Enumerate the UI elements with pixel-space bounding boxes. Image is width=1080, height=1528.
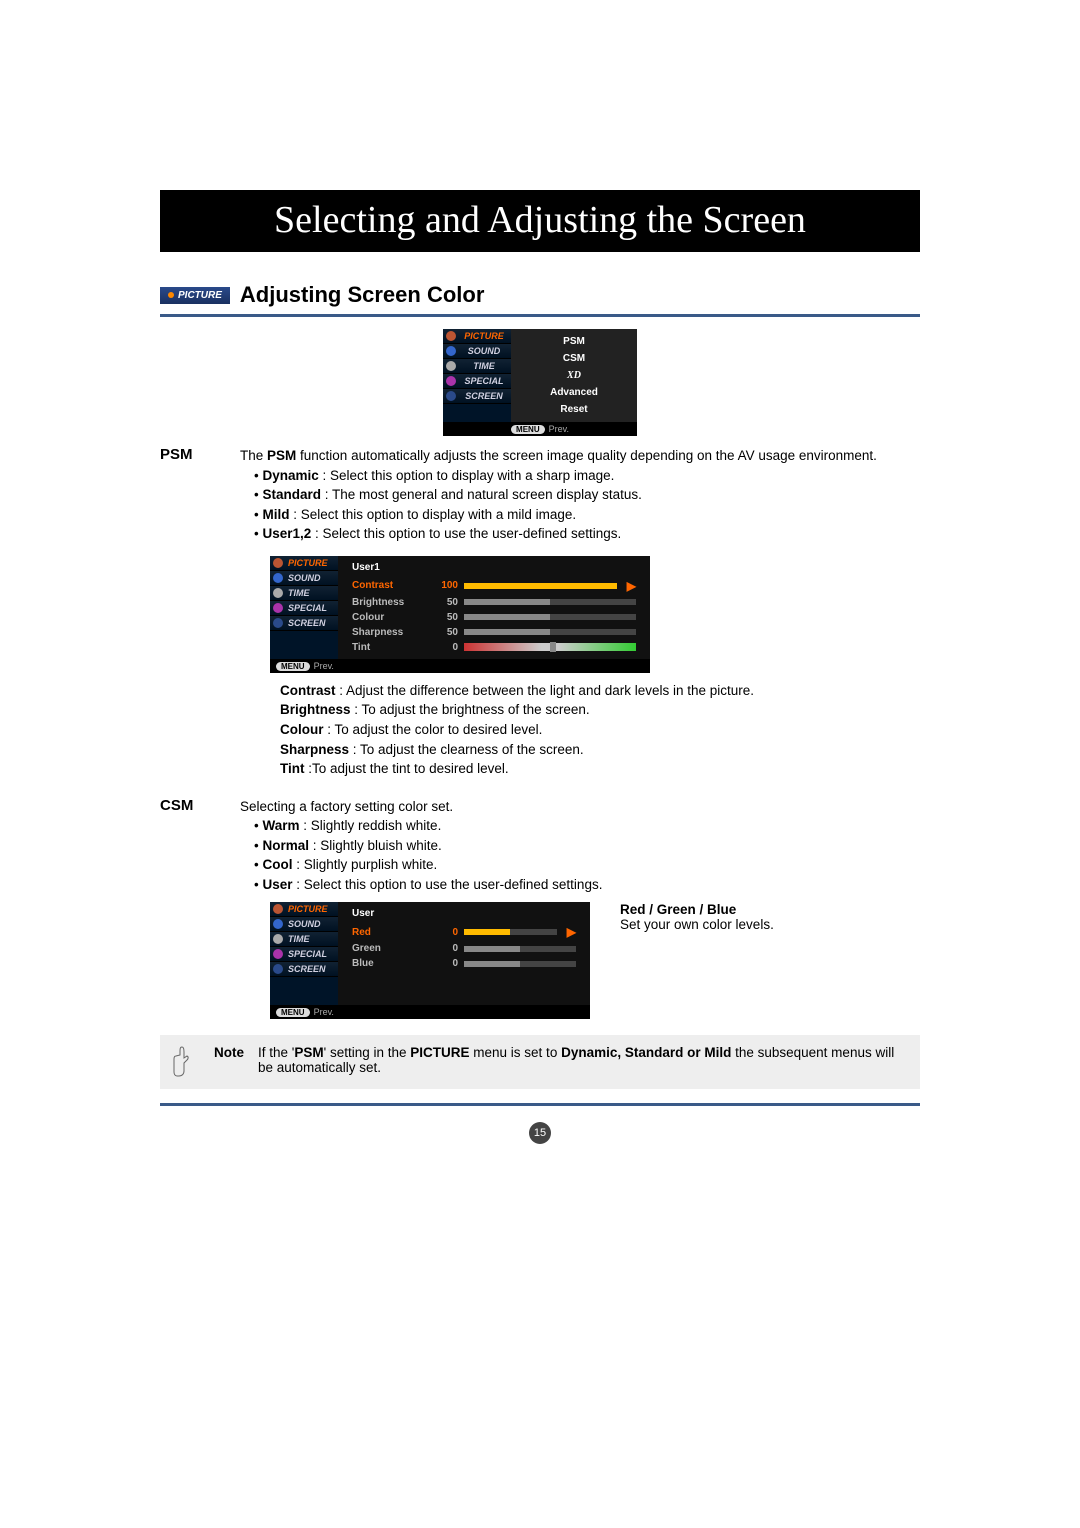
csm-heading: CSM [160,797,240,895]
def-line: Contrast : Adjust the difference between… [280,681,920,701]
def-line: Tint :To adjust the tint to desired leve… [280,759,920,779]
page-number: 15 [529,1122,551,1144]
osd-screenshot-1: PICTURE SOUND TIME SPECIAL SCREEN PSM CS… [443,329,637,436]
psm-heading: PSM [160,446,240,544]
note-text: If the 'PSM' setting in the PICTURE menu… [258,1045,908,1075]
psm-opt: Dynamic : Select this option to display … [254,466,920,486]
def-line: Sharpness : To adjust the clearness of t… [280,740,920,760]
osd-item: Reset [519,401,629,418]
rgb-title: Red / Green / Blue [620,902,736,917]
menu-button-label: MENU [511,425,545,434]
csm-opt: User : Select this option to use the use… [254,875,920,895]
csm-opt: Cool : Slightly purplish white. [254,855,920,875]
osd-nav-picture: PICTURE [443,329,511,344]
psm-opt: User1,2 : Select this option to use the … [254,524,920,544]
osd-nav-sound: SOUND [443,344,511,359]
psm-intro: The PSM function automatically adjusts t… [240,446,920,466]
note-label: Note [214,1045,244,1060]
csm-opt: Warm : Slightly reddish white. [254,816,920,836]
osd-item: XD [519,367,629,384]
csm-intro: Selecting a factory setting color set. [240,797,920,817]
osd-screenshot-3: PICTURE SOUND TIME SPECIAL SCREEN User R… [270,902,590,1019]
psm-opt: Mild : Select this option to display wit… [254,505,920,525]
def-line: Colour : To adjust the color to desired … [280,720,920,740]
section-title: Adjusting Screen Color [240,282,484,308]
osd-item: PSM [519,333,629,350]
csm-opt: Normal : Slightly bluish white. [254,836,920,856]
hand-icon [172,1045,200,1079]
picture-tag-icon: PICTURE [160,287,230,304]
osd2-title: User1 [346,560,642,577]
osd3-title: User [346,906,582,923]
osd-item: Advanced [519,384,629,401]
picture-tag-label: PICTURE [178,290,222,301]
divider [160,314,920,317]
def-line: Brightness : To adjust the brightness of… [280,700,920,720]
osd-nav-time: TIME [443,359,511,374]
prev-label: Prev. [549,424,569,434]
osd-nav-special: SPECIAL [443,374,511,389]
osd-screenshot-2: PICTURE SOUND TIME SPECIAL SCREEN User1 … [270,556,650,673]
osd-nav-screen: SCREEN [443,389,511,404]
note-box: Note If the 'PSM' setting in the PICTURE… [160,1035,920,1089]
page-title-banner: Selecting and Adjusting the Screen [160,190,920,252]
footer-divider [160,1103,920,1106]
psm-opt: Standard : The most general and natural … [254,485,920,505]
osd-item: CSM [519,350,629,367]
rgb-text: Set your own color levels. [620,917,774,932]
